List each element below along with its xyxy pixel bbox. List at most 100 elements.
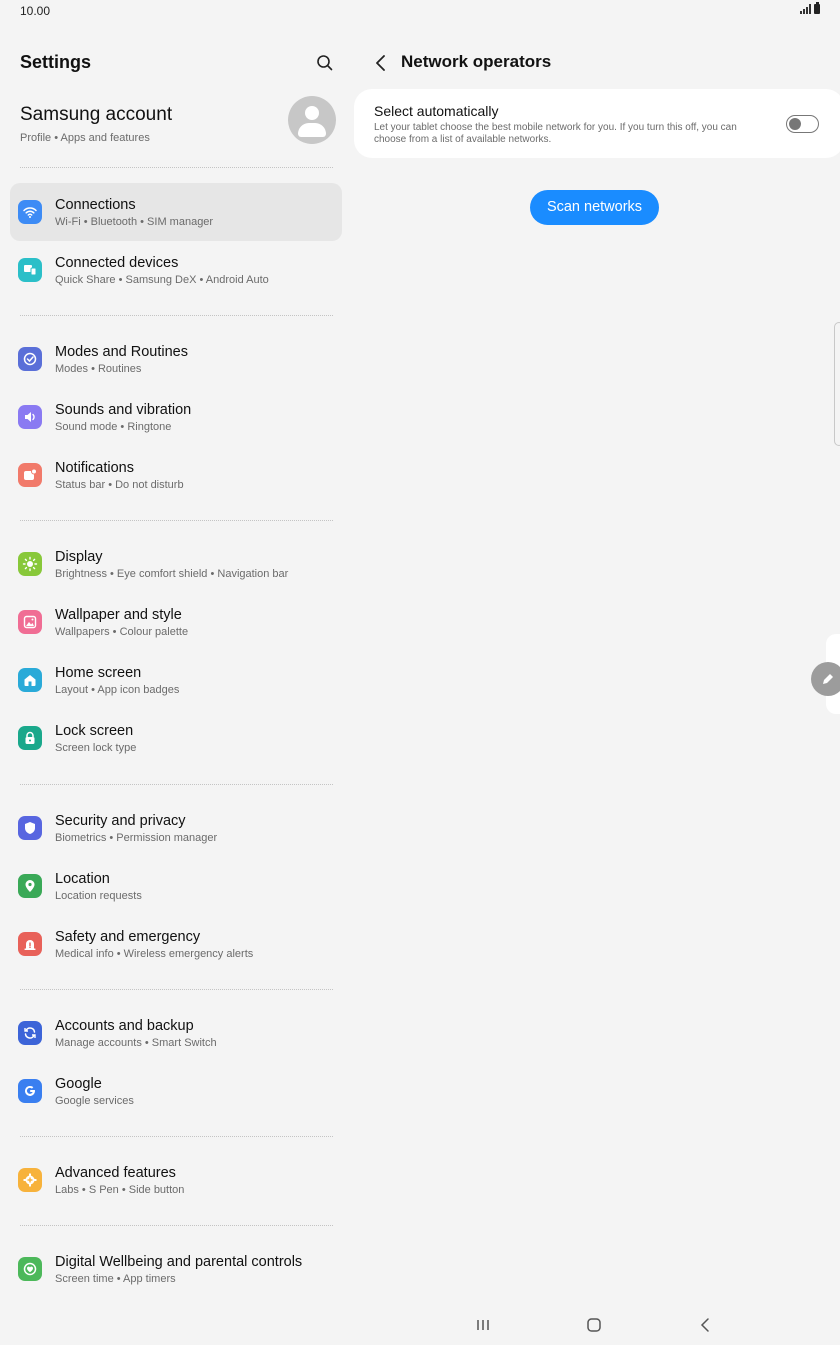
item-subtitle: Modes • Routines [55, 363, 142, 375]
settings-item-location[interactable]: Location Location requests [10, 857, 342, 915]
toggle-knob [788, 117, 801, 130]
item-title: Modes and Routines [55, 344, 188, 360]
settings-pane: Settings Samsung account Profile • Apps … [0, 24, 352, 1304]
item-subtitle: Quick Share • Samsung DeX • Android Auto [55, 274, 269, 286]
alert-icon [18, 932, 42, 956]
sync-icon [18, 1021, 42, 1045]
recent-apps-button[interactable] [470, 1313, 496, 1337]
navigation-bar [0, 1305, 840, 1345]
item-subtitle: Screen lock type [55, 742, 137, 754]
home-nav-icon [587, 1318, 601, 1332]
item-title: Google [55, 1076, 102, 1092]
scan-networks-button[interactable]: Scan networks [530, 190, 659, 225]
item-subtitle: Google services [55, 1095, 134, 1107]
search-button[interactable] [312, 50, 338, 76]
page-title: Network operators [401, 52, 552, 71]
pen-icon [823, 674, 833, 684]
back-button[interactable] [370, 50, 392, 76]
item-subtitle: Wallpapers • Colour palette [55, 626, 189, 638]
lock-icon [18, 726, 42, 750]
page-title: Settings [20, 52, 92, 72]
notification-icon [18, 463, 42, 487]
item-title: Notifications [55, 460, 134, 476]
item-title: Security and privacy [55, 813, 186, 829]
settings-item-security-and-privacy[interactable]: Security and privacy Biometrics • Permis… [10, 799, 342, 857]
select-automatically-row[interactable]: Select automatically Let your tablet cho… [354, 89, 840, 158]
avatar-head-icon [305, 106, 319, 120]
speaker-icon [18, 405, 42, 429]
divider [20, 167, 333, 168]
account-subtitle: Profile • Apps and features [20, 132, 150, 144]
settings-item-digital-wellbeing[interactable]: Digital Wellbeing and parental controls … [10, 1240, 342, 1298]
settings-item-safety-and-emergency[interactable]: Safety and emergency Medical info • Wire… [10, 915, 342, 973]
item-title: Accounts and backup [55, 1018, 194, 1034]
back-nav-icon [700, 1318, 709, 1332]
samsung-account[interactable]: Samsung account Profile • Apps and featu… [0, 92, 352, 164]
select-automatically-title: Select automatically [374, 103, 499, 119]
item-title: Display [55, 549, 103, 565]
status-bar: 10.00 [0, 0, 840, 24]
check-circle-icon [18, 347, 42, 371]
location-pin-icon [18, 874, 42, 898]
divider [20, 989, 333, 990]
recent-apps-icon [477, 1320, 489, 1330]
item-subtitle: Manage accounts • Smart Switch [55, 1037, 217, 1049]
item-subtitle: Status bar • Do not disturb [55, 479, 184, 491]
settings-item-home-screen[interactable]: Home screen Layout • App icon badges [10, 651, 342, 709]
item-subtitle: Layout • App icon badges [55, 684, 180, 696]
home-button[interactable] [581, 1313, 607, 1337]
select-automatically-toggle[interactable] [786, 115, 819, 133]
item-title: Safety and emergency [55, 929, 201, 945]
item-title: Connections [55, 197, 136, 213]
battery-icon [814, 2, 820, 14]
devices-icon [18, 258, 42, 282]
item-title: Advanced features [55, 1165, 176, 1181]
select-automatically-description: Let your tablet choose the best mobile n… [374, 122, 737, 145]
item-subtitle: Medical info • Wireless emergency alerts [55, 948, 254, 960]
settings-item-connections[interactable]: Connections Wi-Fi • Bluetooth • SIM mana… [10, 183, 342, 241]
settings-item-advanced-features[interactable]: Advanced features Labs • S Pen • Side bu… [10, 1151, 342, 1209]
item-subtitle: Brightness • Eye comfort shield • Naviga… [55, 568, 289, 580]
settings-item-lock-screen[interactable]: Lock screen Screen lock type [10, 709, 342, 767]
divider [20, 784, 333, 785]
google-icon [18, 1079, 42, 1103]
settings-item-notifications[interactable]: Notifications Status bar • Do not distur… [10, 446, 342, 504]
settings-item-modes-and-routines[interactable]: Modes and Routines Modes • Routines [10, 330, 342, 388]
image-icon [18, 610, 42, 634]
item-title: Home screen [55, 665, 142, 681]
avatar [288, 96, 336, 144]
signal-icon [800, 4, 811, 14]
item-subtitle: Sound mode • Ringtone [55, 421, 172, 433]
item-subtitle: Biometrics • Permission manager [55, 832, 218, 844]
settings-item-accounts-and-backup[interactable]: Accounts and backup Manage accounts • Sm… [10, 1004, 342, 1062]
settings-item-display[interactable]: Display Brightness • Eye comfort shield … [10, 535, 342, 593]
settings-item-wallpaper-and-style[interactable]: Wallpaper and style Wallpapers • Colour … [10, 593, 342, 651]
item-title: Sounds and vibration [55, 402, 192, 418]
item-title: Wallpaper and style [55, 607, 182, 623]
divider [20, 1136, 333, 1137]
home-icon [18, 668, 42, 692]
item-subtitle: Wi-Fi • Bluetooth • SIM manager [55, 216, 214, 228]
divider [20, 1225, 333, 1226]
settings-item-connected-devices[interactable]: Connected devices Quick Share • Samsung … [10, 241, 342, 299]
item-title: Lock screen [55, 723, 134, 739]
gear-plus-icon [18, 1168, 42, 1192]
floating-pen-button[interactable] [811, 662, 840, 696]
wellbeing-icon [18, 1257, 42, 1281]
item-subtitle: Location requests [55, 890, 142, 902]
settings-item-google[interactable]: Google Google services [10, 1062, 342, 1120]
item-subtitle: Screen time • App timers [55, 1273, 176, 1285]
wifi-icon [18, 200, 42, 224]
edge-panel-handle[interactable] [834, 322, 840, 446]
shield-icon [18, 816, 42, 840]
system-icons [800, 2, 820, 14]
settings-item-sounds-and-vibration[interactable]: Sounds and vibration Sound mode • Ringto… [10, 388, 342, 446]
search-icon [317, 55, 333, 71]
item-title: Connected devices [55, 255, 179, 271]
divider [20, 520, 333, 521]
item-title: Location [55, 871, 110, 887]
account-name: Samsung account [20, 104, 173, 125]
divider [20, 315, 333, 316]
chevron-left-icon [376, 55, 385, 71]
back-nav-button[interactable] [692, 1313, 718, 1337]
